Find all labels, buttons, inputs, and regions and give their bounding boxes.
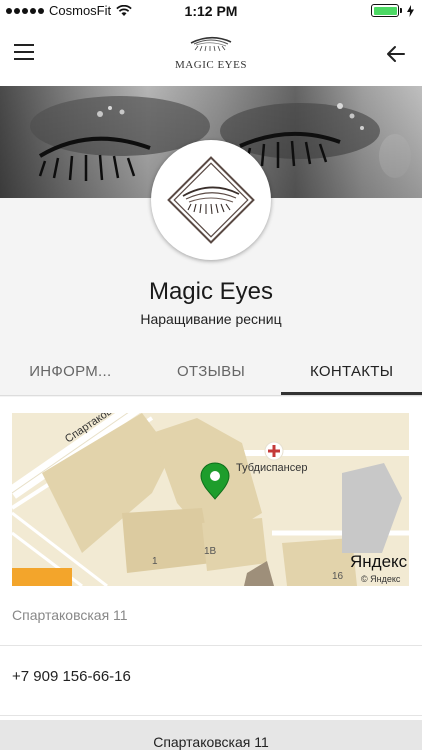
location-map[interactable]: Спартаковс Тубдиспансер 1 1В 16 Яндекс ©… [12, 413, 409, 586]
diamond-eyelash-logo-icon [167, 156, 255, 244]
profile-avatar [151, 140, 271, 260]
tab-contacts[interactable]: КОНТАКТЫ [281, 350, 422, 395]
eyelash-logo-icon [190, 36, 232, 52]
back-arrow-icon[interactable] [384, 42, 408, 66]
menu-icon [14, 44, 34, 46]
tab-reviews[interactable]: ОТЗЫВЫ [141, 350, 282, 395]
address-button[interactable]: Спартаковская 11 [0, 720, 422, 750]
status-right [371, 4, 414, 17]
divider [0, 715, 422, 716]
status-bar: CosmosFit 1:12 PM [0, 0, 422, 22]
profile-subtitle: Наращивание ресниц [140, 311, 282, 327]
phone-link[interactable]: +7 909 156-66-16 [12, 668, 131, 685]
map-house-label: 1В [204, 546, 217, 557]
status-time: 1:12 PM [184, 3, 238, 19]
map-house-label: 16 [332, 571, 344, 582]
divider [0, 645, 422, 646]
map-provider-copyright: © Яндекс [361, 574, 401, 584]
map-house-label: 1 [152, 556, 158, 567]
logo-text: MAGIC EYES [175, 59, 247, 71]
tab-info[interactable]: ИНФОРМ... [0, 350, 141, 395]
contacts-panel: Спартаковс Тубдиспансер 1 1В 16 Яндекс ©… [0, 397, 422, 750]
nav-bar: MAGIC EYES [0, 22, 422, 86]
map-provider-logo: Яндекс [350, 552, 408, 571]
charging-icon [407, 4, 414, 17]
map-poi-label: Тубдиспансер [236, 462, 307, 474]
address-text: Спартаковская 11 [12, 607, 128, 623]
tab-bar: ИНФОРМ... ОТЗЫВЫ КОНТАКТЫ [0, 350, 422, 396]
menu-button[interactable] [14, 44, 36, 64]
battery-icon [371, 4, 402, 17]
profile-name: Magic Eyes [148, 278, 274, 305]
app-logo: MAGIC EYES [160, 34, 262, 74]
